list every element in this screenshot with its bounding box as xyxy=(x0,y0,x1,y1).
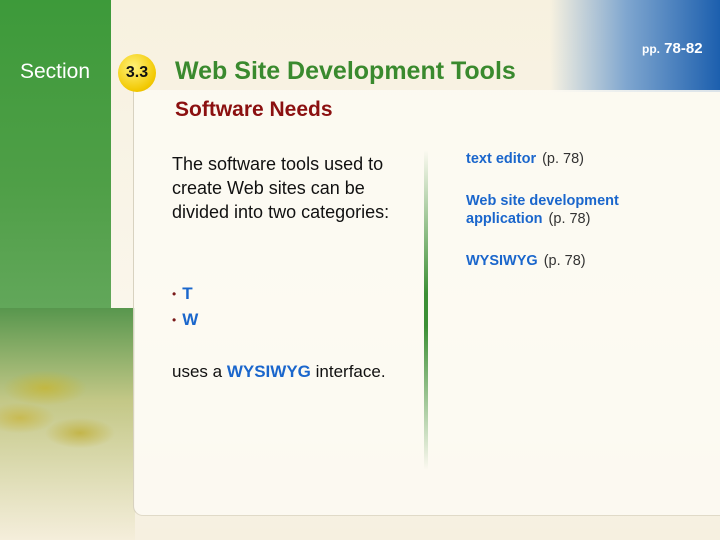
term-name: text editor xyxy=(466,151,537,167)
keyboard-background-image xyxy=(0,308,135,540)
column-divider xyxy=(424,150,428,470)
key-term: Web site development application (p. 78) xyxy=(466,192,706,228)
term-page-ref: (p. 78) xyxy=(548,211,591,227)
green-side-panel xyxy=(0,0,111,308)
bullet-item: • W xyxy=(172,307,198,333)
bullet-item: • T xyxy=(172,281,198,307)
bullet-text: W xyxy=(182,310,199,329)
slide-title: Web Site Development Tools xyxy=(175,57,516,85)
bullet-text: T xyxy=(182,284,193,303)
page-range: pp. 78-82 xyxy=(642,40,703,57)
term-page-ref: (p. 78) xyxy=(543,253,586,269)
pages-range: 78-82 xyxy=(664,40,703,57)
sentence-before: uses a xyxy=(172,362,223,381)
sentence-after: interface. xyxy=(315,362,386,381)
key-term: text editor (p. 78) xyxy=(466,150,706,168)
key-terms-list: text editor (p. 78) Web site development … xyxy=(466,150,706,294)
section-number-badge: 3.3 xyxy=(118,54,156,92)
body-text: The software tools used to create Web si… xyxy=(172,154,390,222)
bullet-dot-icon: • xyxy=(172,313,177,327)
term-page-ref: (p. 78) xyxy=(542,151,585,167)
key-term: WYSIWYG (p. 78) xyxy=(466,252,706,270)
section-label: Section xyxy=(20,60,91,83)
slide-subtitle: Software Needs xyxy=(175,98,333,121)
pages-prefix: pp. xyxy=(642,42,660,56)
term-name: Web site development application xyxy=(466,193,619,227)
bullet-list: • T • W xyxy=(172,281,198,333)
term-name: WYSIWYG xyxy=(466,253,538,269)
wysiwyg-term: WYSIWYG xyxy=(226,362,311,381)
wysiwyg-sentence: uses a WYSIWYG interface. xyxy=(172,362,386,382)
bullet-dot-icon: • xyxy=(172,287,177,301)
